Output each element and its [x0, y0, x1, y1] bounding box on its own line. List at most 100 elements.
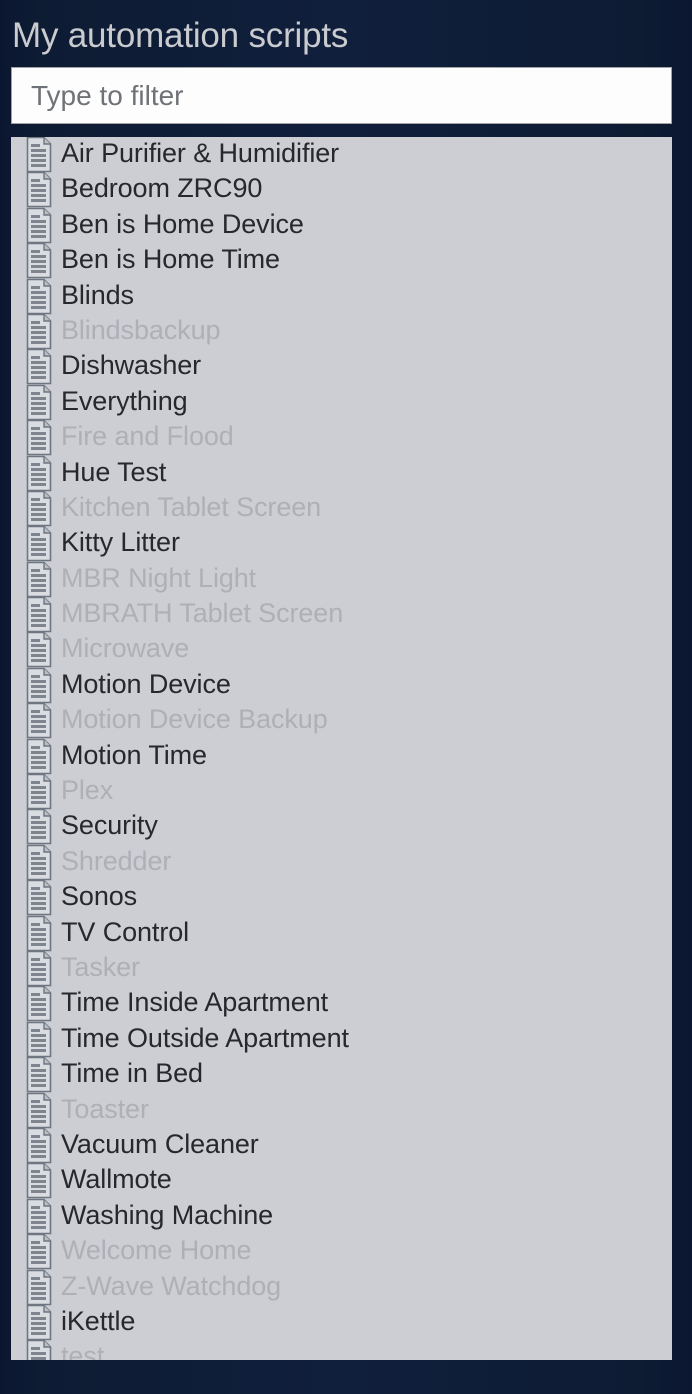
document-icon: [26, 242, 52, 279]
list-item[interactable]: Tasker: [11, 950, 672, 987]
document-icon: [26, 1269, 52, 1306]
list-item-label: Motion Device: [61, 668, 231, 699]
document-icon: [26, 171, 52, 208]
list-item[interactable]: Blindsbackup: [11, 313, 672, 350]
document-icon: [26, 631, 52, 668]
list-item-label: Tasker: [61, 951, 140, 982]
document-icon: [26, 667, 52, 704]
list-item-label: Vacuum Cleaner: [61, 1128, 259, 1159]
document-icon: [26, 1021, 52, 1058]
list-item-label: Wallmote: [61, 1164, 172, 1195]
document-icon: [26, 278, 52, 315]
list-item[interactable]: MBRATH Tablet Screen: [11, 596, 672, 633]
list-item[interactable]: Time Inside Apartment: [11, 985, 672, 1022]
document-icon: [26, 1233, 52, 1270]
document-icon: [26, 1162, 52, 1199]
document-icon: [26, 419, 52, 456]
list-item[interactable]: Sonos: [11, 879, 672, 916]
list-item[interactable]: Time in Bed: [11, 1056, 672, 1093]
list-item-label: MBR Night Light: [61, 562, 257, 593]
list-item-label: Air Purifier & Humidifier: [61, 138, 340, 168]
list-item-label: Welcome Home: [61, 1235, 252, 1266]
list-item[interactable]: Ben is Home Time: [11, 242, 672, 279]
document-icon: [26, 950, 52, 987]
list-item-label: Time Outside Apartment: [61, 1022, 349, 1053]
document-icon: [26, 207, 52, 244]
list-item-label: Time Inside Apartment: [61, 987, 329, 1018]
list-scroll-content: Air Purifier & Humidifier Bedroom ZRC90 Be…: [11, 137, 672, 1360]
list-item-label: Kitchen Tablet Screen: [61, 491, 322, 522]
document-icon: [26, 1198, 52, 1235]
document-icon: [26, 384, 52, 421]
list-item[interactable]: Fire and Flood: [11, 419, 672, 456]
list-item[interactable]: Blinds: [11, 278, 672, 315]
list-item[interactable]: test: [11, 1339, 672, 1360]
list-item[interactable]: Motion Device: [11, 667, 672, 704]
list-item-label: Washing Machine: [61, 1199, 274, 1230]
list-item[interactable]: Vacuum Cleaner: [11, 1127, 672, 1164]
filter-input[interactable]: [12, 68, 671, 123]
document-icon: [26, 490, 52, 527]
list-item-label: Shredder: [61, 845, 172, 876]
list-item-label: Everything: [61, 385, 188, 416]
list-item-label: Fire and Flood: [61, 421, 234, 452]
list-item[interactable]: Microwave: [11, 631, 672, 668]
list-item[interactable]: Everything: [11, 384, 672, 421]
list-item-label: Dishwasher: [61, 350, 202, 381]
list-item-label: Time in Bed: [61, 1058, 203, 1089]
list-item[interactable]: Hue Test: [11, 455, 672, 492]
app-window: My automation scripts Air Purifier & Hum…: [0, 0, 692, 1394]
list-item[interactable]: Ben is Home Device: [11, 207, 672, 244]
list-item[interactable]: iKettle: [11, 1304, 672, 1341]
list-item[interactable]: MBR Night Light: [11, 561, 672, 598]
document-icon: [26, 738, 52, 775]
list-item-label: Motion Time: [61, 739, 207, 770]
document-icon: [26, 1304, 52, 1341]
list-item[interactable]: Plex: [11, 773, 672, 810]
list-item-label: Ben is Home Time: [61, 244, 280, 275]
filter-field-container[interactable]: [11, 67, 672, 124]
document-icon: [26, 879, 52, 916]
list-item-label: Motion Device Backup: [61, 704, 328, 735]
list-item[interactable]: Motion Time: [11, 738, 672, 775]
list-item[interactable]: Time Outside Apartment: [11, 1021, 672, 1058]
list-item[interactable]: Motion Device Backup: [11, 702, 672, 739]
document-icon: [26, 1127, 52, 1164]
list-item-label: test: [61, 1341, 105, 1360]
document-icon: [26, 561, 52, 598]
document-icon: [26, 985, 52, 1022]
automation-script-list[interactable]: Air Purifier & Humidifier Bedroom ZRC90 Be…: [11, 137, 672, 1360]
document-icon: [26, 596, 52, 633]
list-item[interactable]: Security: [11, 808, 672, 845]
document-icon: [26, 1092, 52, 1129]
list-item-label: Plex: [61, 775, 114, 806]
list-item-label: Blindsbackup: [61, 314, 221, 345]
document-icon: [26, 1056, 52, 1093]
document-icon: [26, 844, 52, 881]
document-icon: [26, 1339, 52, 1360]
list-item-label: TV Control: [61, 916, 190, 947]
list-item[interactable]: Wallmote: [11, 1162, 672, 1199]
list-item-label: Kitty Litter: [61, 527, 180, 558]
list-item-label: Hue Test: [61, 456, 167, 487]
list-item[interactable]: Kitty Litter: [11, 525, 672, 562]
list-item-label: iKettle: [61, 1305, 136, 1336]
list-item[interactable]: Z-Wave Watchdog: [11, 1269, 672, 1306]
document-icon: [26, 808, 52, 845]
document-icon: [26, 455, 52, 492]
list-item[interactable]: Welcome Home: [11, 1233, 672, 1270]
list-item[interactable]: Dishwasher: [11, 348, 672, 385]
document-icon: [26, 313, 52, 350]
list-item[interactable]: Toaster: [11, 1092, 672, 1129]
document-icon: [26, 702, 52, 739]
list-item[interactable]: Washing Machine: [11, 1198, 672, 1235]
list-item[interactable]: Shredder: [11, 844, 672, 881]
list-item[interactable]: Air Purifier & Humidifier: [11, 137, 672, 173]
list-item[interactable]: Kitchen Tablet Screen: [11, 490, 672, 527]
document-icon: [26, 348, 52, 385]
list-item[interactable]: TV Control: [11, 915, 672, 951]
list-item-label: Ben is Home Device: [61, 208, 304, 239]
list-item-label: Security: [61, 810, 158, 841]
list-item[interactable]: Bedroom ZRC90: [11, 171, 672, 208]
list-item-label: Microwave: [61, 633, 190, 664]
